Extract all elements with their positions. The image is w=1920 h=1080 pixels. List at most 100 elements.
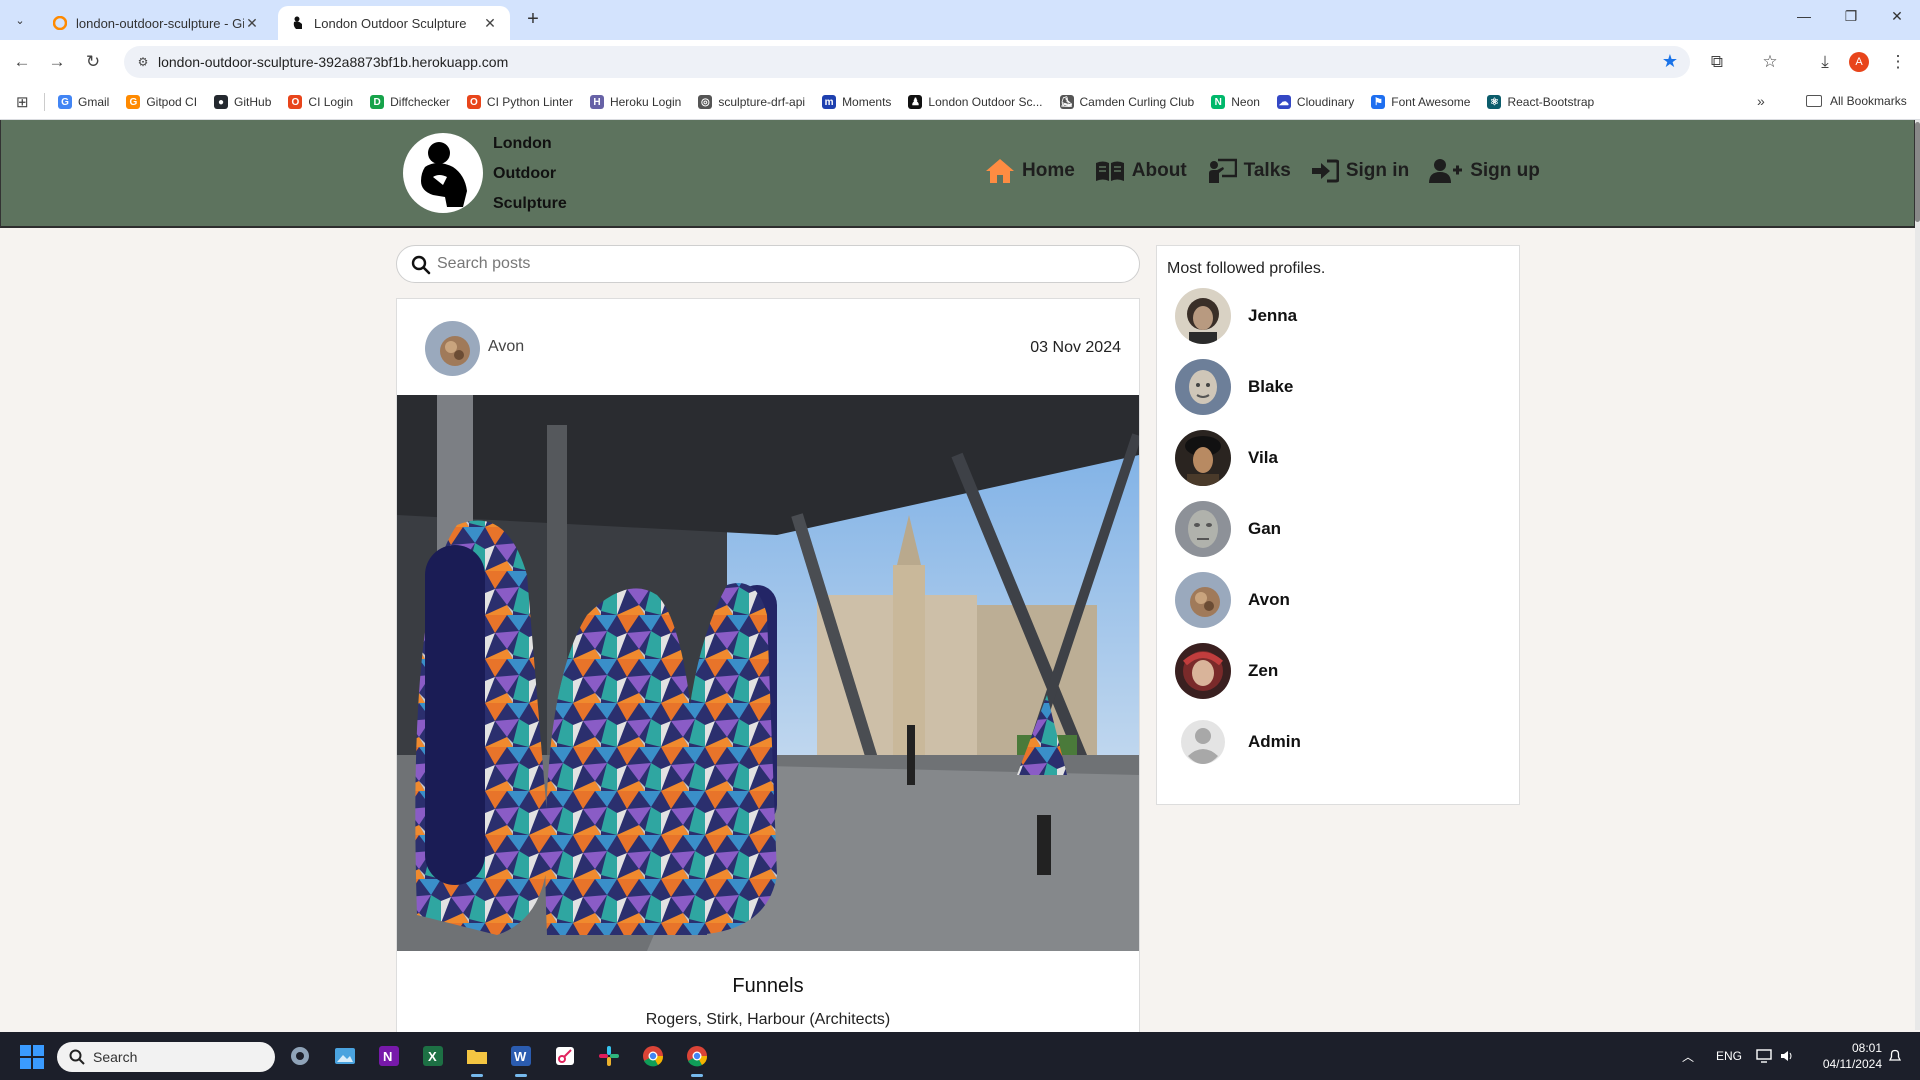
avatar[interactable] xyxy=(1175,643,1231,699)
bookmark-item[interactable]: ☁ Cloudinary xyxy=(1276,95,1355,109)
file-explorer-icon[interactable] xyxy=(462,1041,492,1077)
nav-sign-up[interactable]: Sign up xyxy=(1429,158,1540,184)
excel-icon[interactable]: X xyxy=(418,1041,448,1071)
search-input[interactable] xyxy=(437,252,1117,276)
nav-talks[interactable]: Talks xyxy=(1207,158,1291,184)
brand-name[interactable]: London Outdoor Sculpture xyxy=(493,129,567,219)
profile-name[interactable]: Zen xyxy=(1248,661,1278,681)
profile-item-zen[interactable]: Zen xyxy=(1175,643,1495,699)
close-icon[interactable]: ✕ xyxy=(244,15,260,32)
profile-item-gan[interactable]: Gan xyxy=(1175,501,1495,557)
bookmark-item[interactable]: O CI Login xyxy=(288,95,353,109)
gitpod-icon xyxy=(52,15,68,31)
avatar[interactable] xyxy=(425,321,480,376)
profile-name[interactable]: Avon xyxy=(1248,590,1290,610)
bookmark-item[interactable]: ⛸ Camden Curling Club xyxy=(1059,95,1194,109)
close-icon[interactable]: ✕ xyxy=(482,15,498,32)
avatar[interactable] xyxy=(1175,430,1231,486)
reading-list-icon[interactable]: ☆ xyxy=(1758,50,1782,74)
bookmark-item[interactable]: O CI Python Linter xyxy=(466,95,573,109)
restore-button[interactable]: ❐ xyxy=(1838,8,1864,32)
profile-name[interactable]: Jenna xyxy=(1248,306,1297,326)
snipping-tool-icon[interactable] xyxy=(550,1041,580,1071)
address-bar[interactable]: ⚙ london-outdoor-sculpture-392a8873bf1b.… xyxy=(124,46,1690,78)
gitpod-icon: G xyxy=(126,95,141,109)
profile-item-vila[interactable]: Vila xyxy=(1175,430,1495,486)
bookmark-item[interactable]: G Gitpod CI xyxy=(126,95,197,109)
bookmark-item[interactable]: ◎ sculpture-drf-api xyxy=(698,95,805,109)
bookmark-item[interactable]: D Diffchecker xyxy=(370,95,450,109)
profile-name[interactable]: Admin xyxy=(1248,732,1301,752)
new-tab-button[interactable]: + xyxy=(522,9,544,31)
bookmark-item[interactable]: ♟ London Outdoor Sc... xyxy=(908,95,1043,109)
slack-icon[interactable] xyxy=(594,1041,624,1071)
default-avatar-icon[interactable] xyxy=(1175,714,1231,770)
bookmark-item[interactable]: H Heroku Login xyxy=(589,95,681,109)
bookmark-label: Moments xyxy=(842,95,892,109)
word-icon[interactable]: W xyxy=(506,1041,536,1077)
profile-item-avon[interactable]: Avon xyxy=(1175,572,1495,628)
search-posts-bar[interactable] xyxy=(396,245,1140,283)
folder-icon xyxy=(1806,95,1822,107)
profile-name[interactable]: Gan xyxy=(1248,519,1281,539)
bookmark-item[interactable]: m Moments xyxy=(822,95,891,109)
taskbar-search[interactable]: Search xyxy=(57,1042,275,1072)
back-button[interactable]: ← xyxy=(10,50,34,74)
curling-icon: ⛸ xyxy=(1059,95,1074,109)
bookmark-label: Cloudinary xyxy=(1296,95,1355,109)
avatar[interactable] xyxy=(1175,359,1231,415)
notification-bell-icon[interactable] xyxy=(1888,1032,1902,1080)
download-icon[interactable]: ⤓ xyxy=(1813,50,1837,74)
tab-london-outdoor-sculpture[interactable]: London Outdoor Sculpture ✕ xyxy=(278,6,510,40)
avatar[interactable] xyxy=(1175,288,1231,344)
photos-icon[interactable] xyxy=(330,1041,360,1071)
page-scrollbar[interactable] xyxy=(1915,120,1920,1030)
bookmark-item[interactable]: G Gmail xyxy=(58,95,109,109)
all-bookmarks-button[interactable]: All Bookmarks xyxy=(1806,94,1907,108)
post-author[interactable]: Avon xyxy=(488,338,524,356)
forward-button[interactable]: → xyxy=(45,50,69,74)
close-window-button[interactable]: ✕ xyxy=(1884,8,1910,32)
profile-item-blake[interactable]: Blake xyxy=(1175,359,1495,415)
bookmark-star-icon[interactable]: ★ xyxy=(1662,51,1678,72)
nav-home[interactable]: Home xyxy=(985,158,1075,184)
tab-search-button[interactable]: ⌄ xyxy=(8,9,32,31)
scrollbar-thumb[interactable] xyxy=(1915,122,1920,222)
chrome-icon[interactable] xyxy=(638,1041,668,1071)
language-indicator[interactable]: ENG xyxy=(1716,1032,1742,1080)
site-info-icon[interactable]: ⚙ xyxy=(134,53,152,71)
url-text[interactable]: london-outdoor-sculpture-392a8873bf1b.he… xyxy=(158,54,508,70)
chrome-active-icon[interactable] xyxy=(682,1041,712,1077)
profile-item-jenna[interactable]: Jenna xyxy=(1175,288,1495,344)
search-icon xyxy=(69,1049,85,1070)
onenote-icon[interactable]: N xyxy=(374,1041,404,1071)
brand-line: London xyxy=(493,135,552,152)
profile-name[interactable]: Vila xyxy=(1248,448,1278,468)
nav-sign-in[interactable]: Sign in xyxy=(1311,159,1409,183)
bookmark-item[interactable]: ⚑ Font Awesome xyxy=(1371,95,1470,109)
chevron-double-right-icon[interactable]: » xyxy=(1757,93,1765,109)
apps-grid-icon[interactable]: ⊞ xyxy=(16,93,29,111)
bookmark-item[interactable]: N Neon xyxy=(1211,95,1260,109)
post-image[interactable] xyxy=(397,395,1139,951)
avatar[interactable] xyxy=(1175,572,1231,628)
extensions-icon[interactable]: ⧉ xyxy=(1705,50,1729,74)
profile-item-admin[interactable]: Admin xyxy=(1175,714,1495,770)
bookmark-item[interactable]: ⚛ React-Bootstrap xyxy=(1487,95,1594,109)
network-icon[interactable] xyxy=(1756,1032,1772,1080)
nav-about[interactable]: About xyxy=(1095,160,1187,182)
menu-kebab-icon[interactable]: ⋮ xyxy=(1886,50,1910,74)
minimize-button[interactable]: — xyxy=(1791,8,1817,32)
profile-name[interactable]: Blake xyxy=(1248,377,1293,397)
reload-button[interactable]: ↻ xyxy=(81,50,105,74)
bookmark-item[interactable]: ● GitHub xyxy=(214,95,271,109)
settings-icon[interactable] xyxy=(285,1041,315,1071)
windows-start-icon[interactable] xyxy=(20,1045,44,1069)
show-hidden-icons-chevron-icon[interactable]: ︿ xyxy=(1682,1032,1694,1080)
tab-gitpod[interactable]: london-outdoor-sculpture - Gi ✕ xyxy=(40,6,272,40)
volume-icon[interactable] xyxy=(1780,1032,1794,1080)
avatar[interactable] xyxy=(1175,501,1231,557)
profile-avatar[interactable]: A xyxy=(1849,52,1869,72)
system-clock[interactable]: 08:01 04/11/2024 xyxy=(1802,1040,1882,1072)
thinker-logo[interactable] xyxy=(403,133,483,213)
